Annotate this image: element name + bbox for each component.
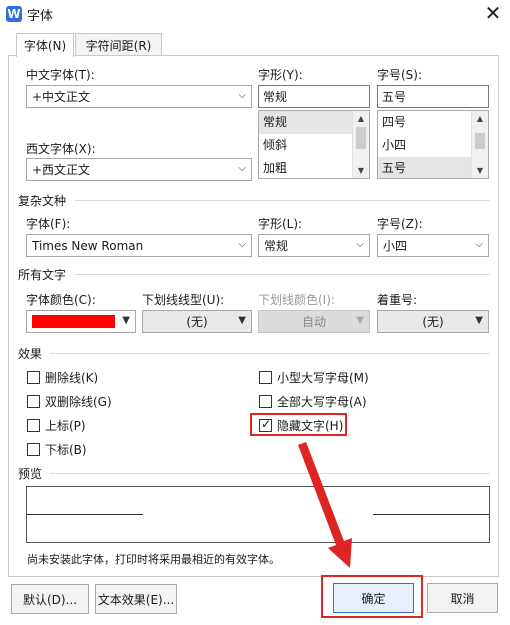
hidden-text-checkbox[interactable] <box>259 417 272 432</box>
superscript-checkbox[interactable] <box>27 419 40 432</box>
western-font-combo[interactable]: +西文正文 ⌵ <box>26 158 252 181</box>
style-scrollbar[interactable]: ▲ ▼ <box>352 111 369 178</box>
underline-color-dropdown: 自动 ▼ <box>258 310 370 333</box>
section-divider <box>50 473 490 474</box>
dropdown-arrow-icon: ▼ <box>122 315 130 326</box>
underline-type-value: (无) <box>186 315 208 329</box>
complex-font-label: 字体(F): <box>26 217 71 231</box>
subscript-checkbox[interactable] <box>27 443 40 456</box>
strikethrough-checkbox[interactable] <box>27 371 40 384</box>
style-input[interactable]: 常规 <box>258 85 370 108</box>
size-label: 字号(S): <box>377 68 423 82</box>
strikethrough-label[interactable]: 删除线(K) <box>45 369 98 386</box>
font-preview-box <box>26 486 490 543</box>
complex-size-value: 小四 <box>383 239 408 253</box>
complex-size-label: 字号(Z): <box>377 217 423 231</box>
dropdown-arrow-icon: ▼ <box>475 315 483 326</box>
scroll-down-icon[interactable]: ▼ <box>472 163 488 178</box>
text-effects-button[interactable]: 文本效果(E)... <box>95 584 177 614</box>
cancel-button[interactable]: 取消 <box>427 583 498 613</box>
emphasis-value: (无) <box>422 315 444 329</box>
all-caps-label[interactable]: 全部大写字母(A) <box>277 393 367 410</box>
all-text-section-title: 所有文字 <box>18 268 67 282</box>
scroll-down-icon[interactable]: ▼ <box>353 163 369 178</box>
default-button[interactable]: 默认(D)... <box>11 584 89 614</box>
small-caps-label[interactable]: 小型大写字母(M) <box>277 369 369 386</box>
font-color-swatch <box>32 315 115 328</box>
annotation-arrow-icon <box>298 442 352 568</box>
scroll-up-icon[interactable]: ▲ <box>472 111 488 126</box>
ok-button[interactable]: 确定 <box>333 583 414 613</box>
window-title: 字体 <box>27 9 54 24</box>
dropdown-arrow-icon: ▼ <box>356 315 364 326</box>
size-scrollbar[interactable]: ▲ ▼ <box>471 111 488 178</box>
effects-section-title: 效果 <box>18 347 43 361</box>
underline-type-dropdown[interactable]: (无) ▼ <box>142 310 252 333</box>
complex-style-label: 字形(L): <box>258 217 303 231</box>
tab-character-spacing[interactable]: 字符间距(R) <box>75 33 162 56</box>
chevron-down-icon: ⌵ <box>238 163 246 174</box>
complex-font-value: Times New Roman <box>32 238 144 253</box>
complex-style-value: 常规 <box>264 239 289 253</box>
section-divider <box>75 200 490 201</box>
scroll-thumb[interactable] <box>475 133 485 149</box>
close-icon[interactable]: ✕ <box>482 2 504 24</box>
font-not-installed-note: 尚未安装此字体，打印时将采用最相近的有效字体。 <box>27 553 280 566</box>
size-input[interactable]: 五号 <box>377 85 489 108</box>
underline-type-label: 下划线线型(U): <box>142 293 225 307</box>
style-listbox[interactable]: 常规 倾斜 加粗 ▲ ▼ <box>258 110 370 179</box>
scroll-up-icon[interactable]: ▲ <box>353 111 369 126</box>
chinese-font-combo[interactable]: +中文正文 ⌵ <box>26 85 252 108</box>
complex-section-title: 复杂文种 <box>18 194 67 208</box>
underline-color-label: 下划线颜色(I): <box>258 293 335 307</box>
chevron-down-icon: ⌵ <box>238 239 246 250</box>
preview-baseline-right <box>373 514 489 515</box>
chevron-down-icon: ⌵ <box>238 90 246 101</box>
section-divider <box>50 353 490 354</box>
all-caps-checkbox[interactable] <box>259 395 272 408</box>
chevron-down-icon: ⌵ <box>356 239 364 250</box>
preview-baseline-left <box>27 514 143 515</box>
tab-font[interactable]: 字体(N) <box>16 33 74 57</box>
section-divider <box>75 274 490 275</box>
complex-style-combo[interactable]: 常规 ⌵ <box>258 234 370 257</box>
chinese-font-label: 中文字体(T): <box>26 68 95 82</box>
double-strikethrough-checkbox[interactable] <box>27 395 40 408</box>
dropdown-arrow-icon: ▼ <box>238 315 246 326</box>
size-input-value: 五号 <box>382 90 407 104</box>
underline-color-value: 自动 <box>301 315 326 329</box>
complex-font-combo[interactable]: Times New Roman ⌵ <box>26 234 252 257</box>
subscript-label[interactable]: 下标(B) <box>45 441 87 458</box>
emphasis-dropdown[interactable]: (无) ▼ <box>377 310 489 333</box>
title-bar <box>0 0 510 28</box>
western-font-label: 西文字体(X): <box>26 142 96 156</box>
font-color-picker[interactable]: ▼ <box>26 310 136 333</box>
double-strikethrough-label[interactable]: 双删除线(G) <box>45 393 112 410</box>
style-input-value: 常规 <box>263 90 288 104</box>
font-color-label: 字体颜色(C): <box>26 293 96 307</box>
small-caps-checkbox[interactable] <box>259 371 272 384</box>
hidden-text-label[interactable]: 隐藏文字(H) <box>277 417 343 434</box>
size-listbox[interactable]: 四号 小四 五号 ▲ ▼ <box>377 110 489 179</box>
style-label: 字形(Y): <box>258 68 303 82</box>
scroll-thumb[interactable] <box>356 127 366 149</box>
chinese-font-value: +中文正文 <box>32 90 91 104</box>
preview-section-title: 预览 <box>18 467 43 481</box>
tab-font-label: 字体(N) <box>23 39 67 53</box>
tab-character-spacing-label: 字符间距(R) <box>85 38 152 53</box>
complex-size-combo[interactable]: 小四 ⌵ <box>377 234 489 257</box>
wps-app-icon: W <box>6 6 22 22</box>
chevron-down-icon: ⌵ <box>475 239 483 250</box>
superscript-label[interactable]: 上标(P) <box>45 417 86 434</box>
emphasis-label: 着重号: <box>377 293 418 307</box>
western-font-value: +西文正文 <box>32 163 91 177</box>
